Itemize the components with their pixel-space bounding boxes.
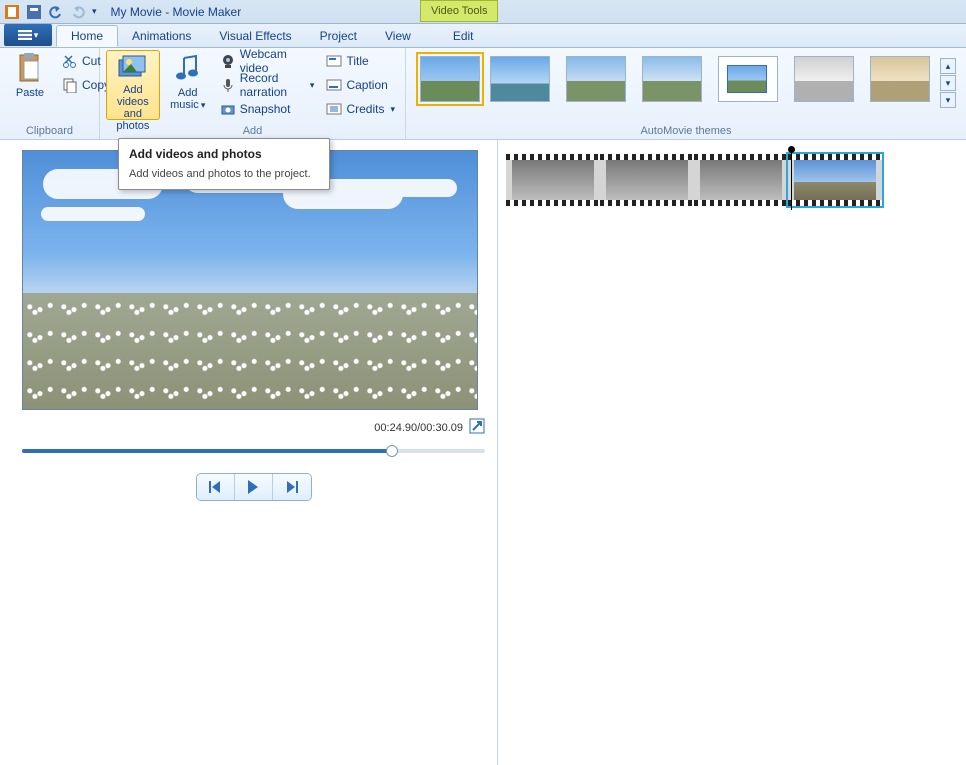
tab-visual-effects[interactable]: Visual Effects (205, 25, 305, 47)
group-clipboard-label: Clipboard (6, 124, 93, 139)
theme-thumb-5[interactable] (718, 56, 778, 102)
paste-label: Paste (16, 87, 44, 99)
tab-animations[interactable]: Animations (118, 25, 205, 47)
theme-thumb-4[interactable] (642, 56, 702, 102)
cut-icon (62, 53, 78, 69)
theme-scroll-down[interactable]: ▾ (940, 75, 956, 91)
add-videos-photos-button[interactable]: Add videos and photos (106, 50, 160, 120)
window-title: My Movie - Movie Maker (111, 5, 242, 19)
timeline-clip-2[interactable] (600, 154, 694, 206)
copy-icon (62, 77, 78, 93)
group-clipboard: Paste Cut Copy Clipboard (0, 48, 100, 139)
qat-dropdown-icon[interactable]: ▾ (92, 6, 97, 17)
add-music-label2: music (170, 99, 199, 111)
group-themes-label: AutoMovie themes (412, 124, 960, 139)
credits-button[interactable]: Credits ▾ (322, 98, 399, 120)
preview-seek-slider[interactable] (22, 449, 485, 455)
ribbon: Paste Cut Copy Clipboard Add vide (0, 48, 966, 140)
titlebar: ▾ My Movie - Movie Maker Video Tools (0, 0, 966, 24)
caption-label: Caption (346, 78, 387, 92)
play-button[interactable] (235, 474, 273, 500)
theme-thumb-1[interactable] (420, 56, 480, 102)
music-icon (172, 53, 204, 85)
tooltip-title: Add videos and photos (129, 147, 319, 161)
caption-icon (326, 77, 342, 93)
app-icon (4, 4, 20, 20)
add-videos-photos-label1: Add videos (111, 84, 155, 108)
chevron-down-icon: ▾ (310, 80, 315, 91)
save-icon[interactable] (26, 4, 42, 20)
paste-button[interactable]: Paste (6, 50, 54, 120)
record-narration-button[interactable]: Record narration ▾ (216, 74, 319, 96)
snapshot-button[interactable]: Snapshot (216, 98, 319, 120)
group-add-label: Add (106, 124, 399, 139)
tooltip-add-videos-photos: Add videos and photos Add videos and pho… (118, 138, 330, 190)
prev-frame-button[interactable] (197, 474, 235, 500)
preview-pane: 00:24.90/00:30.09 (0, 140, 498, 765)
undo-icon[interactable] (48, 4, 64, 20)
record-narration-label: Record narration (240, 71, 304, 99)
theme-thumb-3[interactable] (566, 56, 626, 102)
credits-icon (326, 101, 342, 117)
tab-edit[interactable]: Edit (439, 25, 488, 47)
paste-icon (14, 53, 46, 85)
group-add: Add videos and photos Add music▾ Webcam … (100, 48, 406, 139)
microphone-icon (220, 77, 236, 93)
main-area: 00:24.90/00:30.09 (0, 140, 966, 765)
redo-icon[interactable] (70, 4, 86, 20)
playback-controls (196, 473, 312, 501)
timeline-clip-4[interactable] (788, 154, 882, 206)
context-tab-video-tools: Video Tools (420, 0, 498, 22)
snapshot-label: Snapshot (240, 102, 291, 116)
slider-thumb[interactable] (386, 445, 398, 457)
snapshot-icon (220, 101, 236, 117)
ribbon-tabs: ▾ Home Animations Visual Effects Project… (0, 24, 966, 48)
theme-thumb-2[interactable] (490, 56, 550, 102)
theme-gallery-more[interactable]: ▾ (940, 92, 956, 108)
tooltip-body: Add videos and photos to the project. (129, 167, 319, 181)
theme-thumb-6[interactable] (794, 56, 854, 102)
caption-button[interactable]: Caption (322, 74, 399, 96)
webcam-icon (220, 53, 236, 69)
tab-view[interactable]: View (371, 25, 425, 47)
file-menu-button[interactable]: ▾ (4, 24, 52, 46)
webcam-video-button[interactable]: Webcam video (216, 50, 319, 72)
theme-thumb-7[interactable] (870, 56, 930, 102)
title-label: Title (346, 54, 368, 68)
credits-label: Credits (346, 102, 384, 116)
storyboard[interactable] (506, 154, 958, 206)
fullscreen-icon[interactable] (469, 418, 485, 437)
chevron-down-icon: ▾ (390, 104, 395, 115)
timeline-pane (498, 140, 966, 765)
title-icon (326, 53, 342, 69)
cut-label: Cut (82, 54, 101, 68)
theme-gallery-scroll: ▴ ▾ ▾ (940, 58, 956, 108)
timeline-playhead[interactable] (791, 150, 792, 210)
theme-scroll-up[interactable]: ▴ (940, 58, 956, 74)
add-music-button[interactable]: Add music▾ (164, 50, 212, 120)
add-music-label1: Add (178, 87, 198, 99)
title-button[interactable]: Title (322, 50, 399, 72)
group-automovie-themes: ▴ ▾ ▾ AutoMovie themes (406, 48, 966, 139)
next-frame-button[interactable] (273, 474, 311, 500)
tab-home[interactable]: Home (56, 25, 118, 47)
timeline-clip-1[interactable] (506, 154, 600, 206)
tab-project[interactable]: Project (306, 25, 371, 47)
chevron-down-icon: ▾ (201, 100, 206, 110)
timeline-clip-3[interactable] (694, 154, 788, 206)
add-videos-photos-icon (117, 54, 149, 82)
preview-time: 00:24.90/00:30.09 (374, 422, 463, 434)
